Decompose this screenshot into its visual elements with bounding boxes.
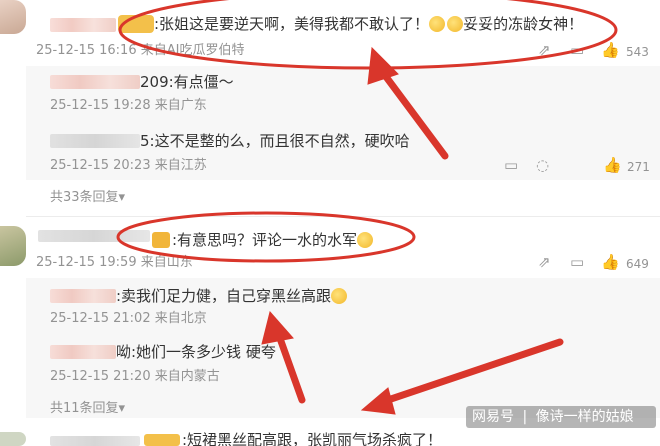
- watermark: 网易号 | 像诗一样的姑娘: [466, 406, 656, 428]
- reply-text: 呦:她们一条多少钱 硬夸: [116, 343, 276, 361]
- avatar[interactable]: [0, 226, 26, 266]
- like-count: 543: [626, 45, 649, 59]
- reply-username-blurred[interactable]: [50, 289, 116, 303]
- reply-meta: 25-12-15 21:20 来自内蒙古: [50, 369, 220, 384]
- reply-meta: 25-12-15 21:02 来自北京: [50, 311, 207, 326]
- like-icon[interactable]: 👍: [603, 156, 622, 174]
- more-replies-link[interactable]: 共33条回复▾: [50, 189, 125, 207]
- thinking-emoji-icon: [331, 288, 348, 304]
- like-icon[interactable]: 👍: [601, 41, 620, 59]
- share-icon[interactable]: ⇗: [538, 41, 551, 59]
- like-count: 649: [626, 257, 649, 271]
- reply-username-blurred[interactable]: [50, 345, 116, 359]
- reply-text: :卖我们足力健，自己穿黑丝高跟: [116, 286, 348, 306]
- comment-icon[interactable]: ▭: [570, 41, 584, 59]
- avatar[interactable]: [0, 0, 26, 34]
- reply-username-blurred[interactable]: [50, 75, 140, 89]
- surprised-emoji-icon: [429, 16, 446, 32]
- reply-meta: 25-12-15 19:28 来自广东: [50, 98, 207, 113]
- comment-text-partial: :短裙黑丝配高跟，张凯丽气场杀疯了！: [182, 431, 443, 446]
- comment-text: :张姐这是要逆天啊，美得我都不敢认了！ 妥妥的冻龄女神！: [154, 15, 584, 33]
- watermark-brand: 网易号: [472, 409, 514, 425]
- share-icon[interactable]: ◌: [536, 156, 549, 174]
- vip-badge-icon: [144, 434, 180, 446]
- avatar[interactable]: [0, 432, 26, 446]
- reply-text: 209:有点僵～: [140, 73, 234, 91]
- reply-meta: 25-12-15 20:23 来自江苏: [50, 158, 207, 173]
- reply-text: 5:这不是整的么，而且很不自然，硬吹哈: [140, 132, 410, 150]
- username-blurred[interactable]: [50, 18, 116, 32]
- username-blurred[interactable]: [50, 436, 140, 446]
- divider: [26, 216, 660, 217]
- kiss-emoji-icon: [447, 16, 464, 32]
- laugh-emoji-icon: [357, 232, 374, 248]
- like-count: 271: [627, 160, 650, 174]
- more-replies-link[interactable]: 共11条回复▾: [50, 400, 125, 418]
- watermark-author: 像诗一样的姑娘: [535, 409, 634, 425]
- comment-meta: 25-12-15 16:16 来自AI吃瓜罗伯特: [36, 43, 245, 58]
- reply-username-blurred[interactable]: [50, 134, 140, 148]
- vip-badge-icon: [118, 15, 154, 33]
- crown-badge-icon: [152, 232, 170, 248]
- comment-icon[interactable]: ▭: [504, 156, 518, 174]
- comment-meta: 25-12-15 19:59 来自山东: [36, 255, 193, 270]
- username-blurred[interactable]: [38, 230, 150, 242]
- share-icon[interactable]: ⇗: [538, 253, 551, 271]
- like-icon[interactable]: 👍: [601, 253, 620, 271]
- comment-icon[interactable]: ▭: [570, 253, 584, 271]
- comment-text: :有意思吗？评论一水的水军: [172, 230, 374, 250]
